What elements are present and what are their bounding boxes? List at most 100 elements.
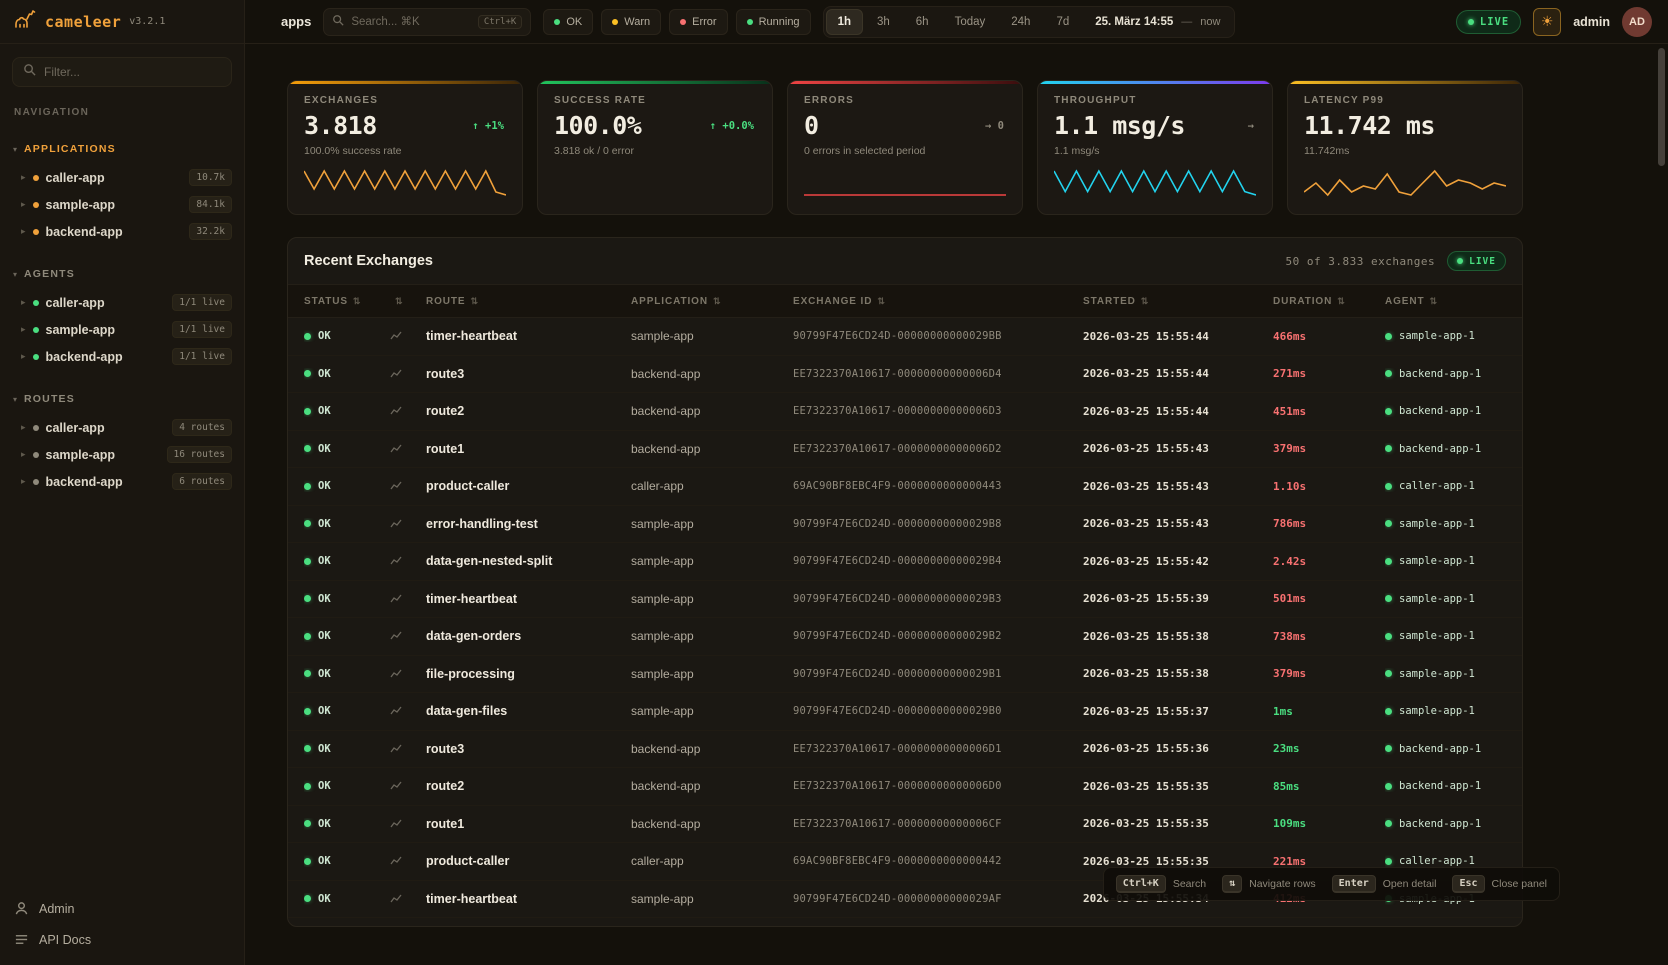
started-timestamp: 2026-03-25 15:55:35	[1083, 817, 1273, 830]
column-header[interactable]: DURATION ⇅	[1273, 296, 1385, 307]
status-label: OK	[318, 780, 331, 792]
status-filter-chip[interactable]: Warn	[601, 9, 661, 35]
sidebar-item[interactable]: ▸ backend-app 6 routes	[0, 468, 244, 495]
table-row[interactable]: OK error-handling-test sample-app 90799F…	[288, 506, 1522, 544]
table-row[interactable]: OK product-caller caller-app 69AC90BF8EB…	[288, 468, 1522, 506]
live-badge[interactable]: LIVE	[1447, 251, 1506, 271]
sidebar-item[interactable]: ▸ backend-app 32.2k	[0, 218, 244, 245]
route-name[interactable]: product-caller	[426, 854, 631, 868]
agent-name: sample-app-1	[1399, 630, 1475, 642]
status-dot	[747, 19, 753, 25]
theme-toggle[interactable]: ☀	[1533, 8, 1561, 36]
table-row[interactable]: OK error-handling-test sample-app 90799F…	[288, 918, 1522, 927]
trend-icon[interactable]	[390, 630, 402, 642]
sidebar-section-header[interactable]: ▾ ROUTES	[0, 388, 244, 410]
route-name[interactable]: timer-heartbeat	[426, 892, 631, 906]
filter-input[interactable]	[44, 65, 221, 79]
table-row[interactable]: OK file-processing sample-app 90799F47E6…	[288, 656, 1522, 694]
route-name[interactable]: route1	[426, 442, 631, 456]
trend-icon[interactable]	[390, 443, 402, 455]
sidebar-item[interactable]: ▸ sample-app 16 routes	[0, 441, 244, 468]
stat-subtext: 3.818 ok / 0 error	[554, 145, 756, 157]
table-row[interactable]: OK route2 backend-app EE7322370A10617-00…	[288, 768, 1522, 806]
column-header[interactable]: AGENT ⇅	[1385, 296, 1506, 307]
trend-icon[interactable]	[390, 555, 402, 567]
time-range-button[interactable]: 24h	[999, 9, 1042, 35]
sidebar-item[interactable]: ▸ sample-app 84.1k	[0, 191, 244, 218]
trend-icon[interactable]	[390, 668, 402, 680]
trend-icon[interactable]	[390, 330, 402, 342]
status-filter-chip[interactable]: Running	[736, 9, 811, 35]
table-row[interactable]: OK route1 backend-app EE7322370A10617-00…	[288, 431, 1522, 469]
table-row[interactable]: OK data-gen-files sample-app 90799F47E6C…	[288, 693, 1522, 731]
trend-icon[interactable]	[390, 893, 402, 905]
table-row[interactable]: OK route3 backend-app EE7322370A10617-00…	[288, 356, 1522, 394]
sidebar-item-admin[interactable]: Admin	[14, 901, 230, 916]
trend-icon[interactable]	[390, 368, 402, 380]
column-header[interactable]: STARTED ⇅	[1083, 296, 1273, 307]
trend-icon[interactable]	[390, 480, 402, 492]
sidebar-item[interactable]: ▸ caller-app 4 routes	[0, 414, 244, 441]
sparkline-chart	[554, 165, 756, 199]
sidebar-item-api-docs[interactable]: API Docs	[14, 932, 230, 947]
trend-icon[interactable]	[390, 818, 402, 830]
sidebar-item[interactable]: ▸ backend-app 1/1 live	[0, 343, 244, 370]
table-row[interactable]: OK data-gen-nested-split sample-app 9079…	[288, 543, 1522, 581]
route-name[interactable]: data-gen-files	[426, 704, 631, 718]
time-range-button[interactable]: 7d	[1044, 9, 1081, 35]
sidebar-item[interactable]: ▸ caller-app 1/1 live	[0, 289, 244, 316]
route-name[interactable]: route2	[426, 779, 631, 793]
column-header[interactable]: ⇅	[390, 296, 426, 307]
route-name[interactable]: product-caller	[426, 479, 631, 493]
route-name[interactable]: timer-heartbeat	[426, 329, 631, 343]
table-row[interactable]: OK route3 backend-app EE7322370A10617-00…	[288, 731, 1522, 769]
trend-icon[interactable]	[390, 780, 402, 792]
logo[interactable]: cameleer v3.2.1	[0, 0, 244, 44]
route-name[interactable]: error-handling-test	[426, 517, 631, 531]
search-icon	[23, 63, 36, 81]
trend-icon[interactable]	[390, 705, 402, 717]
route-name[interactable]: route1	[426, 817, 631, 831]
trend-icon[interactable]	[390, 518, 402, 530]
datetime-selector[interactable]: 25. März 14:55 — now	[1083, 16, 1232, 28]
column-header[interactable]: EXCHANGE ID ⇅	[793, 296, 1083, 307]
status-filter-chip[interactable]: Error	[669, 9, 727, 35]
route-name[interactable]: data-gen-orders	[426, 629, 631, 643]
trend-icon[interactable]	[390, 405, 402, 417]
avatar[interactable]: AD	[1622, 7, 1652, 37]
scrollbar[interactable]	[1658, 48, 1665, 166]
sidebar-section-header[interactable]: ▾ AGENTS	[0, 263, 244, 285]
table-row[interactable]: OK route1 backend-app EE7322370A10617-00…	[288, 806, 1522, 844]
live-badge[interactable]: LIVE	[1456, 10, 1521, 34]
route-name[interactable]: route3	[426, 367, 631, 381]
trend-icon[interactable]	[390, 855, 402, 867]
time-range-button[interactable]: 3h	[865, 9, 902, 35]
column-header[interactable]: STATUS ⇅	[304, 296, 390, 307]
sidebar-section-header[interactable]: ▾ APPLICATIONS	[0, 138, 244, 160]
route-name[interactable]: timer-heartbeat	[426, 592, 631, 606]
table-row[interactable]: OK timer-heartbeat sample-app 90799F47E6…	[288, 318, 1522, 356]
sidebar-item[interactable]: ▸ sample-app 1/1 live	[0, 316, 244, 343]
time-range-button[interactable]: Today	[943, 9, 998, 35]
column-header[interactable]: APPLICATION ⇅	[631, 296, 793, 307]
time-range-button[interactable]: 6h	[904, 9, 941, 35]
route-name[interactable]: route2	[426, 404, 631, 418]
table-row[interactable]: OK data-gen-orders sample-app 90799F47E6…	[288, 618, 1522, 656]
table-row[interactable]: OK timer-heartbeat sample-app 90799F47E6…	[288, 581, 1522, 619]
global-search[interactable]: Ctrl+K	[323, 8, 531, 36]
route-name[interactable]: file-processing	[426, 667, 631, 681]
time-range-button[interactable]: 1h	[826, 9, 863, 35]
column-label: EXCHANGE ID	[793, 296, 872, 307]
table-row[interactable]: OK route2 backend-app EE7322370A10617-00…	[288, 393, 1522, 431]
agent-name: caller-app-1	[1399, 855, 1475, 867]
trend-icon[interactable]	[390, 593, 402, 605]
route-name[interactable]: data-gen-nested-split	[426, 554, 631, 568]
sidebar-filter[interactable]	[12, 57, 232, 87]
sidebar-item[interactable]: ▸ caller-app 10.7k	[0, 164, 244, 191]
trend-icon[interactable]	[390, 743, 402, 755]
route-name[interactable]: route3	[426, 742, 631, 756]
status-filter-chip[interactable]: OK	[543, 9, 593, 35]
column-header[interactable]: ROUTE ⇅	[426, 296, 631, 307]
search-input[interactable]	[351, 16, 470, 28]
agent-name: sample-app-1	[1399, 668, 1475, 680]
